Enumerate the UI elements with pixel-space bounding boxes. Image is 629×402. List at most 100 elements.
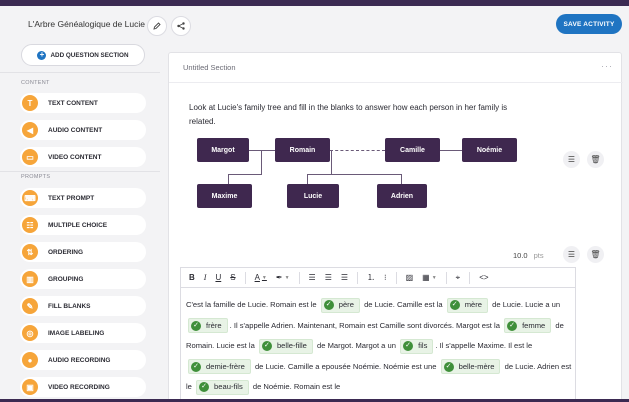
check-icon: ✓ bbox=[449, 300, 460, 310]
save-activity-button[interactable]: SAVE ACTIVITY bbox=[556, 14, 622, 34]
editor-text: . Il s'appelle Maxime. Il est le bbox=[435, 341, 533, 351]
align-right-button[interactable]: ☰ bbox=[341, 273, 348, 282]
tree-line bbox=[331, 150, 332, 174]
blank-answer[interactable]: ✓ demie-frère bbox=[188, 359, 251, 375]
points-value[interactable]: 10.0 bbox=[513, 251, 528, 260]
ordered-list-icon: ⒈ bbox=[367, 273, 376, 282]
tree-node-camille: Camille bbox=[385, 138, 440, 162]
speaker-icon: ◀ bbox=[22, 122, 38, 138]
toolbar-divider bbox=[445, 271, 447, 284]
align-center-button[interactable]: ☰ bbox=[325, 273, 332, 282]
blank-answer[interactable]: ✓ femme bbox=[504, 318, 552, 334]
block-delete-button[interactable]: 🗑 bbox=[587, 151, 604, 168]
underline-button[interactable]: U bbox=[215, 273, 221, 282]
settings-sliders-icon: ☰ bbox=[567, 250, 576, 259]
blank-answer[interactable]: ✓ mère bbox=[446, 297, 489, 313]
editor-text: de Margot. Margot a un bbox=[317, 341, 396, 351]
tree-line bbox=[228, 174, 262, 175]
blank-answer[interactable]: ✓ père bbox=[320, 297, 360, 313]
insert-blank-button[interactable]: ⌖ bbox=[456, 273, 461, 283]
sidebar-item-grouping[interactable]: ▥ GROUPING bbox=[20, 269, 146, 289]
sidebar-item-multiple-choice[interactable]: ☷ MULTIPLE CHOICE bbox=[20, 215, 146, 235]
more-options-icon[interactable]: ··· bbox=[601, 61, 613, 71]
align-left-button[interactable]: ☰ bbox=[309, 273, 316, 282]
bold-button[interactable]: B bbox=[189, 273, 195, 282]
code-button[interactable]: <> bbox=[479, 273, 488, 282]
align-center-icon: ☰ bbox=[324, 273, 332, 282]
grouping-icon: ▥ bbox=[22, 271, 38, 287]
ordered-list-button[interactable]: ⒈ bbox=[367, 272, 375, 283]
sidebar-item-video-content[interactable]: ▭ VIDEO CONTENT bbox=[20, 147, 146, 167]
blank-answer[interactable]: ✓ frère bbox=[188, 318, 228, 334]
sidebar-item-label: GROUPING bbox=[48, 275, 84, 283]
editor-content[interactable]: C'est la famille de Lucie. Romain est le… bbox=[186, 295, 574, 398]
sidebar-divider bbox=[0, 171, 160, 172]
code-icon: <> bbox=[479, 273, 489, 282]
check-icon: ✓ bbox=[443, 361, 454, 372]
blank-answer-text: belle-mère bbox=[458, 361, 495, 371]
sidebar-item-audio-content[interactable]: ◀ AUDIO CONTENT bbox=[20, 120, 146, 140]
pencil-icon bbox=[153, 22, 161, 30]
check-icon: ✓ bbox=[199, 382, 210, 393]
blank-answer[interactable]: ✓ belle-fille bbox=[258, 338, 313, 354]
blank-answer[interactable]: ✓ belle-mère bbox=[440, 359, 501, 375]
text-color-button[interactable]: A ▼ bbox=[255, 273, 267, 282]
blank-answer-text: belle-fille bbox=[276, 341, 307, 351]
share-button[interactable] bbox=[171, 16, 191, 36]
sidebar-item-label: IMAGE LABELING bbox=[48, 329, 105, 337]
add-question-section-label: ADD QUESTION SECTION bbox=[50, 51, 129, 59]
table-icon: ▦ bbox=[422, 273, 430, 282]
blank-answer-text: fils bbox=[418, 341, 428, 351]
strikethrough-button[interactable]: S bbox=[230, 273, 235, 282]
sidebar-item-ordering[interactable]: ⇅ ORDERING bbox=[20, 242, 146, 262]
align-right-icon: ☰ bbox=[340, 273, 349, 282]
question-section: Untitled Section ··· Look at Lucie's fam… bbox=[168, 52, 623, 402]
edit-title-button[interactable] bbox=[147, 16, 167, 36]
sidebar-item-label: MULTIPLE CHOICE bbox=[48, 221, 108, 229]
points-field[interactable]: 10.0 pts bbox=[513, 251, 544, 260]
bullet-list-button[interactable]: ⁝ bbox=[384, 273, 387, 282]
text-prompt-icon: ⌨ bbox=[22, 190, 38, 206]
prompt-delete-button[interactable]: 🗑 bbox=[587, 246, 604, 263]
fill-blanks-icon: ✎ bbox=[22, 298, 38, 314]
blank-answer[interactable]: ✓ beau-fils bbox=[196, 379, 249, 395]
sidebar-item-label: AUDIO RECORDING bbox=[48, 356, 111, 364]
blank-icon: ⌖ bbox=[455, 272, 461, 282]
sidebar-item-label: FILL BLANKS bbox=[48, 302, 91, 310]
add-question-section-button[interactable]: + ADD QUESTION SECTION bbox=[21, 44, 145, 66]
sidebar-item-video-recording[interactable]: ▣ VIDEO RECORDING bbox=[20, 377, 146, 397]
prompts-group-label: PROMPTS bbox=[21, 174, 51, 180]
tree-line bbox=[261, 150, 262, 174]
sidebar-item-audio-recording[interactable]: ● AUDIO RECORDING bbox=[20, 350, 146, 370]
toolbar-divider bbox=[244, 271, 246, 284]
header: L'Arbre Généalogique de Lucie SAVE ACTIV… bbox=[0, 6, 629, 42]
insert-table-button[interactable]: ▦ ▼ bbox=[422, 273, 437, 282]
tree-node-margot: Margot bbox=[197, 138, 249, 162]
section-title[interactable]: Untitled Section bbox=[183, 63, 236, 72]
trash-icon: 🗑 bbox=[590, 155, 601, 164]
editor-text: . Il s'appelle Adrien. Maintenant, Romai… bbox=[229, 320, 500, 330]
sidebar-item-text-prompt[interactable]: ⌨ TEXT PROMPT bbox=[20, 188, 146, 208]
sidebar-item-label: VIDEO CONTENT bbox=[48, 153, 102, 161]
text-color-icon: A bbox=[254, 273, 260, 282]
sidebar-item-fill-blanks[interactable]: ✎ FILL BLANKS bbox=[20, 296, 146, 316]
sidebar-item-text-content[interactable]: T TEXT CONTENT bbox=[20, 93, 146, 113]
blank-answer-text: femme bbox=[522, 320, 546, 330]
text-content-block: Look at Lucie's family tree and fill in … bbox=[189, 103, 508, 126]
share-icon bbox=[177, 22, 185, 30]
insert-image-button[interactable]: ▨ bbox=[406, 273, 414, 282]
chevron-down-icon: ▼ bbox=[284, 274, 290, 281]
editor-text: de Lucie. Camille est la bbox=[364, 300, 443, 309]
block-settings-button[interactable]: ☰ bbox=[563, 151, 580, 168]
italic-button[interactable]: I bbox=[204, 273, 207, 282]
microphone-icon: ● bbox=[22, 352, 38, 368]
text-icon: T bbox=[22, 95, 38, 111]
align-left-icon: ☰ bbox=[308, 273, 316, 282]
blank-answer[interactable]: ✓ fils bbox=[400, 338, 434, 354]
tree-node-noemie: Noémie bbox=[462, 138, 517, 162]
tree-node-lucie: Lucie bbox=[287, 184, 339, 208]
highlight-button[interactable]: ✒ ▼ bbox=[276, 273, 290, 282]
sidebar-item-image-labeling[interactable]: ◎ IMAGE LABELING bbox=[20, 323, 146, 343]
sidebar: + ADD QUESTION SECTION CONTENT T TEXT CO… bbox=[0, 42, 160, 402]
prompt-settings-button[interactable]: ☰ bbox=[563, 246, 580, 263]
